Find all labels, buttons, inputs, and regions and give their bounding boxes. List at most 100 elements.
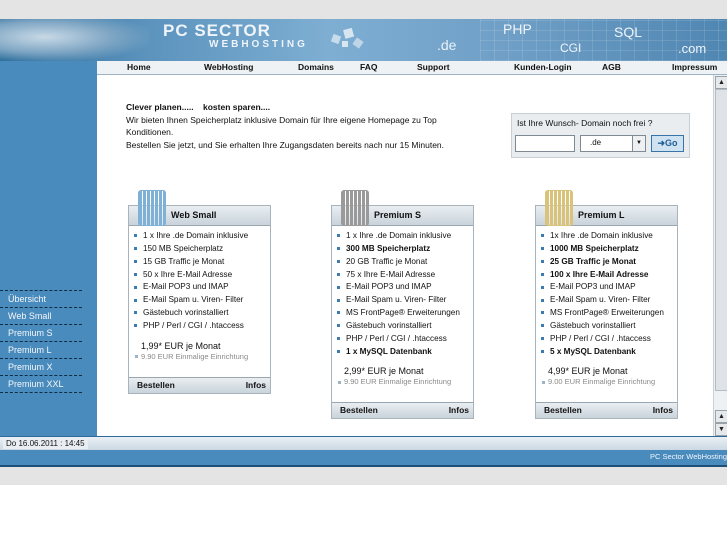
feature-item: Gästebuch vorinstalliert [337, 320, 473, 333]
site-subtitle: WEBHOSTING [209, 39, 308, 50]
info-link[interactable]: Infos [246, 380, 266, 390]
feature-list: 1 x Ihre .de Domain inklusive 300 MB Spei… [332, 230, 473, 358]
banner-cgi: CGI [560, 41, 582, 55]
feature-item: 150 MB Speicherplatz [134, 243, 270, 256]
nav-home[interactable]: Home [127, 62, 151, 72]
scroll-down-icon[interactable]: ▼ [715, 423, 727, 436]
package-header: Web Small [129, 190, 270, 226]
order-link[interactable]: Bestellen [544, 405, 582, 415]
package-header: Premium L [536, 190, 677, 226]
nav-impressum[interactable]: Impressum [672, 62, 717, 72]
sidebar-item-premium-xxl[interactable]: Premium XXL [0, 376, 82, 393]
feature-item: 1 x MySQL Datenbank [337, 346, 473, 359]
package-card-premium-s: Premium S 1 x Ihre .de Domain inklusive 3… [331, 190, 474, 419]
sidebar-item-premium-s[interactable]: Premium S [0, 325, 82, 342]
server-icon [545, 190, 573, 226]
feature-item: Gästebuch vorinstalliert [134, 307, 270, 320]
nav-kunden-login[interactable]: Kunden-Login [514, 62, 572, 72]
feature-item: Gästebuch vorinstalliert [541, 320, 677, 333]
package-name: Premium L [578, 210, 625, 220]
feature-item: 5 x MySQL Datenbank [541, 346, 677, 359]
domain-input[interactable] [515, 135, 575, 152]
package-setup-fee: 9.90 EUR Einmalige Einrichtung [338, 377, 473, 386]
bottom-strip [0, 467, 727, 485]
nav-support[interactable]: Support [417, 62, 450, 72]
vertical-scrollbar[interactable]: ▲ ▲ ▼ [713, 75, 727, 436]
feature-item: 1x Ihre .de Domain inklusive [541, 230, 677, 243]
feature-item: 15 GB Traffic je Monat [134, 256, 270, 269]
nav-webhosting[interactable]: WebHosting [204, 62, 253, 72]
nav-faq[interactable]: FAQ [360, 62, 377, 72]
site-banner: PC SECTOR WEBHOSTING .de PHP SQL CGI .co… [0, 19, 727, 61]
feature-item: 100 x Ihre E-Mail Adresse [541, 269, 677, 282]
banner-portrait [0, 19, 150, 61]
feature-item: 1000 MB Speicherplatz [541, 243, 677, 256]
sidebar-item-web-small[interactable]: Web Small [0, 308, 82, 325]
chevron-down-icon[interactable]: ▼ [632, 136, 645, 151]
nav-domains[interactable]: Domains [298, 62, 334, 72]
order-link[interactable]: Bestellen [137, 380, 175, 390]
cubes-graphic [330, 27, 364, 49]
package-footer: Bestellen Infos [129, 377, 270, 393]
go-button[interactable]: ➜Go [651, 135, 684, 152]
feature-item: 25 GB Traffic je Monat [541, 256, 677, 269]
feature-item: E-Mail Spam u. Viren- Filter [134, 294, 270, 307]
feature-item: 1 x Ihre .de Domain inklusive [337, 230, 473, 243]
sidebar: Übersicht Web Small Premium S Premium L … [0, 74, 97, 436]
info-link[interactable]: Infos [653, 405, 673, 415]
nav-left-block [0, 61, 97, 74]
feature-item: E-Mail Spam u. Viren- Filter [541, 294, 677, 307]
package-card-premium-l: Premium L 1x Ihre .de Domain inklusive 10… [535, 190, 678, 419]
status-bar-background [0, 437, 727, 450]
banner-sql: SQL [614, 24, 643, 40]
nav-agb[interactable]: AGB [602, 62, 621, 72]
scroll-up-lower-icon[interactable]: ▲ [715, 410, 727, 423]
info-link[interactable]: Infos [449, 405, 469, 415]
feature-item: 20 GB Traffic je Monat [337, 256, 473, 269]
package-name: Web Small [171, 210, 217, 220]
sidebar-item-premium-l[interactable]: Premium L [0, 342, 82, 359]
package-price: 1,99* EUR je Monat [141, 340, 221, 351]
package-setup-fee: 9.00 EUR Einmalige Einrichtung [542, 377, 677, 386]
status-bar: Do 16.06.2011 : 14:45 [0, 436, 727, 450]
arrow-right-icon: ➜ [657, 138, 666, 148]
feature-item: E-Mail POP3 und IMAP [134, 281, 270, 294]
feature-item: PHP / Perl / CGI / .htaccess [337, 333, 473, 346]
feature-list: 1 x Ihre .de Domain inklusive 150 MB Spei… [129, 230, 270, 333]
feature-item: 50 x Ihre E-Mail Adresse [134, 269, 270, 282]
top-strip [0, 0, 727, 19]
feature-item: PHP / Perl / CGI / .htaccess [541, 333, 677, 346]
feature-list: 1x Ihre .de Domain inklusive 1000 MB Spei… [536, 230, 677, 358]
package-footer: Bestellen Infos [332, 402, 473, 418]
tld-select-value: .de [590, 138, 602, 147]
intro-heading: Clever planen..... kosten sparen.... [126, 102, 271, 112]
go-label: Go [665, 138, 678, 148]
tld-select[interactable]: .de ▼ [580, 135, 646, 152]
domain-check-box: Ist Ihre Wunsch- Domain noch frei ? .de … [511, 113, 690, 158]
server-icon [138, 190, 166, 226]
feature-item: PHP / Perl / CGI / .htaccess [134, 320, 270, 333]
package-price: 4,99* EUR je Monat [548, 366, 628, 377]
main-content: Clever planen..... kosten sparen.... Wir… [97, 75, 712, 436]
domain-check-label: Ist Ihre Wunsch- Domain noch frei ? [517, 118, 653, 128]
intro-line-1: Wir bieten Ihnen Speicherplatz inklusive… [126, 114, 437, 138]
feature-item: 1 x Ihre .de Domain inklusive [134, 230, 270, 243]
banner-php: PHP [503, 21, 532, 37]
banner-tld-de: .de [437, 37, 457, 53]
intro-line-2: Bestellen Sie jetzt, und Sie erhalten Ih… [126, 139, 445, 150]
server-icon [341, 190, 369, 226]
order-link[interactable]: Bestellen [340, 405, 378, 415]
package-price: 2,99* EUR je Monat [344, 366, 424, 377]
scroll-up-icon[interactable]: ▲ [715, 76, 727, 89]
feature-item: MS FrontPage® Erweiterungen [541, 307, 677, 320]
footer-text: PC Sector WebHosting [650, 452, 727, 461]
sidebar-item-uebersicht[interactable]: Übersicht [0, 291, 82, 308]
sidebar-menu: Übersicht Web Small Premium S Premium L … [0, 290, 82, 393]
feature-item: E-Mail POP3 und IMAP [337, 281, 473, 294]
site-title: PC SECTOR [163, 21, 271, 40]
feature-item: E-Mail Spam u. Viren- Filter [337, 294, 473, 307]
banner-tld-com: .com [678, 41, 707, 56]
main-nav: Home WebHosting Domains FAQ Support Kund… [0, 61, 727, 75]
sidebar-item-premium-x[interactable]: Premium X [0, 359, 82, 376]
scroll-thumb[interactable] [715, 89, 727, 391]
